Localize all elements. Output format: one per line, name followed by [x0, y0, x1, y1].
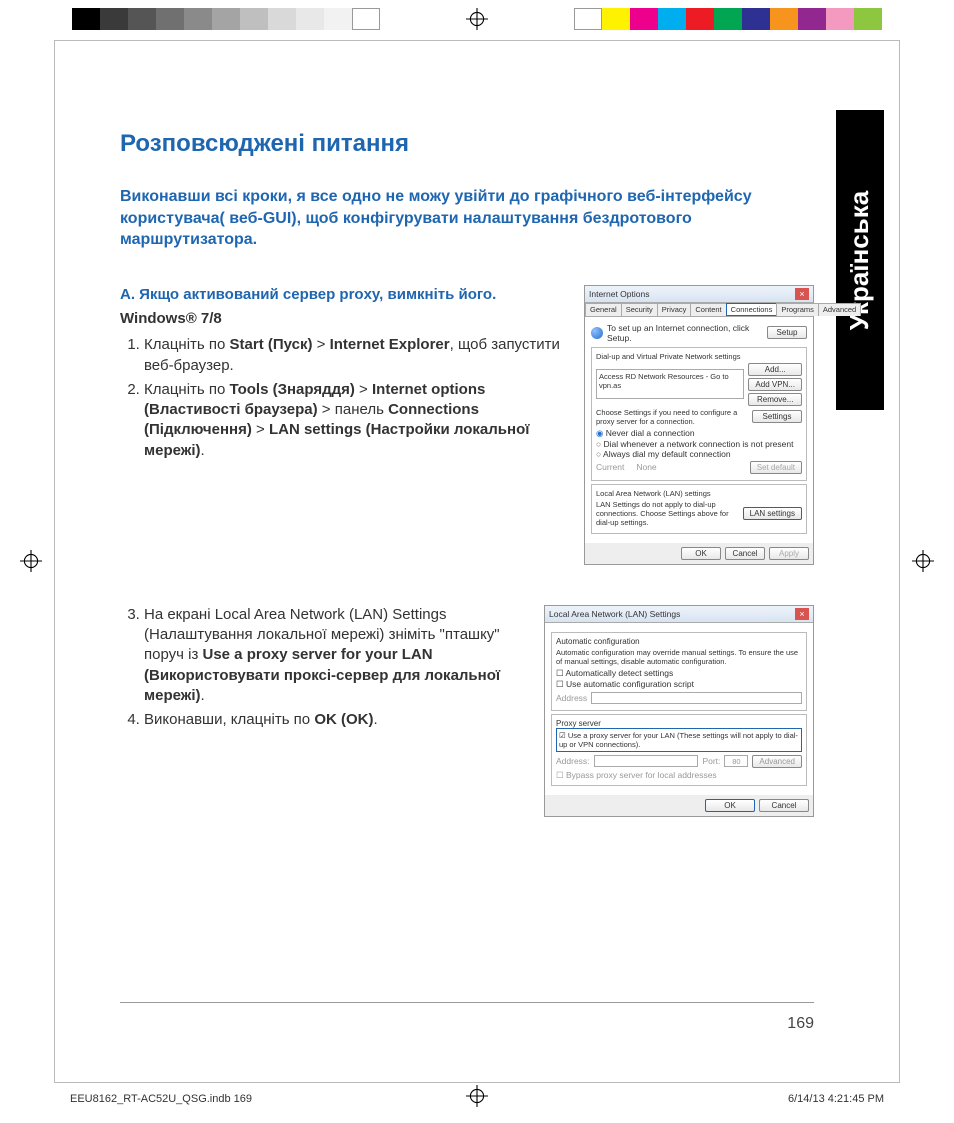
internet-options-dialog: Internet Options × General Security Priv… — [584, 285, 814, 565]
step-2: Клацніть по Tools (Знаряддя) > Internet … — [144, 380, 570, 461]
slug-timestamp: 6/14/13 4:21:45 PM — [788, 1093, 884, 1105]
radio-dial-when-absent[interactable]: Dial whenever a network connection is no… — [596, 439, 802, 449]
language-tab: Українська — [836, 110, 884, 410]
intro-text: Виконавши всі кроки, я все одно не можу … — [120, 186, 814, 251]
step-4: Виконавши, клацніть по OK (OK). — [144, 710, 530, 730]
tab-general[interactable]: General — [585, 303, 622, 316]
tab-security[interactable]: Security — [621, 303, 658, 316]
os-heading: Windows® 7/8 — [120, 309, 570, 329]
color-bar — [574, 8, 882, 30]
radio-never-dial[interactable]: Never dial a connection — [596, 428, 802, 439]
remove-button[interactable]: Remove... — [748, 393, 802, 406]
auto-config-label: Automatic configuration — [556, 637, 802, 646]
apply-button: Apply — [769, 547, 809, 560]
setup-button[interactable]: Setup — [767, 326, 807, 339]
close-icon[interactable]: × — [795, 608, 809, 620]
cancel-button[interactable]: Cancel — [725, 547, 765, 560]
registration-mark-icon — [20, 550, 42, 572]
add-vpn-button[interactable]: Add VPN... — [748, 378, 802, 391]
globe-icon — [591, 327, 603, 339]
lan-section-label: Local Area Network (LAN) settings — [596, 489, 802, 498]
tab-advanced[interactable]: Advanced — [818, 303, 861, 316]
step-1: Клацніть по Start (Пуск) > Internet Expl… — [144, 335, 570, 376]
chk-use-proxy[interactable]: Use a proxy server for your LAN (These s… — [559, 731, 799, 749]
slug-filename: EEU8162_RT-AC52U_QSG.indb 169 — [70, 1093, 252, 1105]
section-a-heading: A. Якщо активований сервер proxy, вимкні… — [120, 285, 570, 305]
auto-config-text: Automatic configuration may override man… — [556, 648, 802, 666]
proxy-port-input[interactable]: 80 — [724, 755, 748, 767]
ok-button[interactable]: OK — [681, 547, 721, 560]
grayscale-bar — [72, 8, 380, 30]
step-3: На екрані Local Area Network (LAN) Setti… — [144, 605, 530, 706]
ok-button[interactable]: OK — [705, 799, 755, 812]
registration-mark-icon — [466, 8, 488, 30]
footer-rule — [120, 1002, 814, 1003]
radio-always-dial[interactable]: Always dial my default connection — [596, 449, 802, 459]
tab-programs[interactable]: Programs — [776, 303, 819, 316]
lan-settings-button[interactable]: LAN settings — [743, 507, 802, 520]
lan-text: LAN Settings do not apply to dial-up con… — [596, 500, 739, 527]
set-default-button: Set default — [750, 461, 802, 474]
choose-text: Choose Settings if you need to configure… — [596, 408, 748, 426]
add-button[interactable]: Add... — [748, 363, 802, 376]
advanced-button[interactable]: Advanced — [752, 755, 802, 768]
script-address-input — [591, 692, 802, 704]
chk-auto-script[interactable]: Use automatic configuration script — [556, 679, 802, 690]
page: Українська Розповсюджені питання Виконав… — [70, 60, 884, 1063]
chk-bypass-local[interactable]: Bypass proxy server for local addresses — [556, 770, 802, 781]
proxy-label: Proxy server — [556, 719, 802, 728]
proxy-address-input[interactable] — [594, 755, 699, 767]
setup-text: To set up an Internet connection, click … — [607, 323, 763, 343]
tab-privacy[interactable]: Privacy — [657, 303, 692, 316]
dialog-title: Local Area Network (LAN) Settings — [549, 609, 680, 619]
close-icon[interactable]: × — [795, 288, 809, 300]
dialog-title: Internet Options — [589, 289, 649, 299]
page-title: Розповсюджені питання — [120, 130, 814, 158]
tab-connections[interactable]: Connections — [726, 303, 778, 316]
settings-button[interactable]: Settings — [752, 410, 802, 423]
dialup-label: Dial-up and Virtual Private Network sett… — [596, 352, 802, 361]
dialog-tabs: General Security Privacy Content Connect… — [585, 303, 813, 317]
dialup-listbox[interactable]: Access RD Network Resources - Go to vpn.… — [596, 369, 744, 399]
registration-mark-icon — [912, 550, 934, 572]
cancel-button[interactable]: Cancel — [759, 799, 809, 812]
chk-auto-detect[interactable]: Automatically detect settings — [556, 668, 802, 679]
slug-line: EEU8162_RT-AC52U_QSG.indb 169 6/14/13 4:… — [70, 1093, 884, 1105]
lan-settings-dialog: Local Area Network (LAN) Settings × Auto… — [544, 605, 814, 817]
tab-content[interactable]: Content — [690, 303, 726, 316]
page-number: 169 — [787, 1015, 814, 1033]
